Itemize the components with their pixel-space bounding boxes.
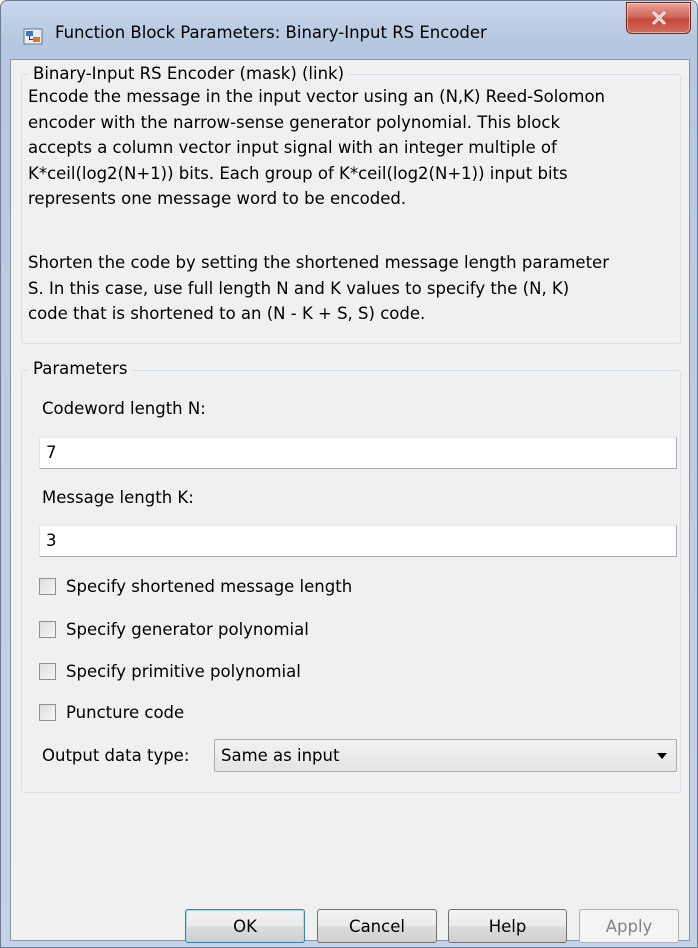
message-length-input[interactable]: 3 bbox=[39, 525, 677, 557]
window-title: Function Block Parameters: Binary-Input … bbox=[55, 23, 487, 42]
output-data-type-select[interactable]: Same as input bbox=[214, 739, 677, 772]
shortened-message-length-option[interactable]: Specify shortened message length bbox=[39, 574, 352, 598]
close-button[interactable] bbox=[626, 2, 691, 34]
dialog-window: Function Block Parameters: Binary-Input … bbox=[0, 0, 698, 948]
message-length-label: Message length K: bbox=[42, 488, 194, 507]
description-paragraph-1: Encode the message in the input vector u… bbox=[28, 87, 606, 208]
simulink-block-icon bbox=[23, 26, 43, 46]
puncture-code-option[interactable]: Puncture code bbox=[39, 700, 184, 724]
generator-polynomial-checkbox[interactable] bbox=[39, 620, 56, 638]
dialog-body: Binary-Input RS Encoder (mask) (link) En… bbox=[10, 59, 690, 943]
ok-button[interactable]: OK bbox=[185, 909, 305, 943]
description-paragraph-2: Shorten the code by setting the shortene… bbox=[28, 253, 609, 323]
checkbox-label: Puncture code bbox=[66, 702, 185, 722]
output-data-type-value: Same as input bbox=[221, 746, 340, 765]
chevron-down-icon bbox=[657, 753, 667, 759]
primitive-polynomial-option[interactable]: Specify primitive polynomial bbox=[39, 659, 301, 683]
apply-button[interactable]: Apply bbox=[579, 909, 679, 943]
shortened-message-length-checkbox[interactable] bbox=[39, 577, 56, 595]
output-data-type-label: Output data type: bbox=[42, 746, 190, 765]
puncture-code-checkbox[interactable] bbox=[39, 703, 56, 721]
cancel-button[interactable]: Cancel bbox=[317, 909, 437, 943]
parameters-group-legend: Parameters bbox=[29, 359, 132, 379]
codeword-length-input[interactable]: 7 bbox=[39, 437, 677, 469]
close-icon bbox=[652, 11, 665, 25]
title-bar[interactable]: Function Block Parameters: Binary-Input … bbox=[1, 1, 697, 59]
checkbox-label: Specify shortened message length bbox=[66, 576, 353, 596]
primitive-polynomial-checkbox[interactable] bbox=[39, 662, 56, 680]
help-button[interactable]: Help bbox=[448, 909, 567, 943]
generator-polynomial-option[interactable]: Specify generator polynomial bbox=[39, 617, 309, 641]
checkbox-label: Specify generator polynomial bbox=[66, 619, 309, 639]
checkbox-label: Specify primitive polynomial bbox=[66, 661, 301, 681]
description-group-legend: Binary-Input RS Encoder (mask) (link) bbox=[29, 64, 349, 84]
codeword-length-label: Codeword length N: bbox=[42, 399, 206, 418]
